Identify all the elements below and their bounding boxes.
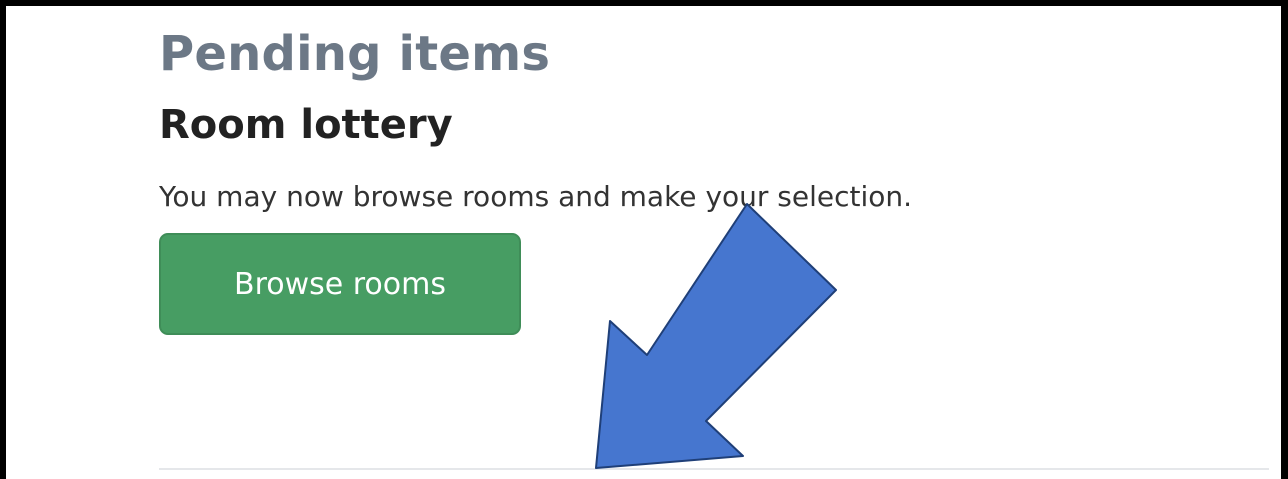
room-lottery-card: Room lottery You may now browse rooms an… [159,100,1269,335]
browse-rooms-button[interactable]: Browse rooms [159,233,521,335]
room-lottery-title: Room lottery [159,102,453,148]
pending-items-heading: Pending items [159,26,551,82]
screenshot-frame: Pending items Room lottery You may now b… [0,0,1288,479]
pending-items-section: Pending items Room lottery You may now b… [159,20,1269,335]
section-divider [159,468,1269,470]
room-lottery-description: You may now browse rooms and make your s… [159,180,913,213]
